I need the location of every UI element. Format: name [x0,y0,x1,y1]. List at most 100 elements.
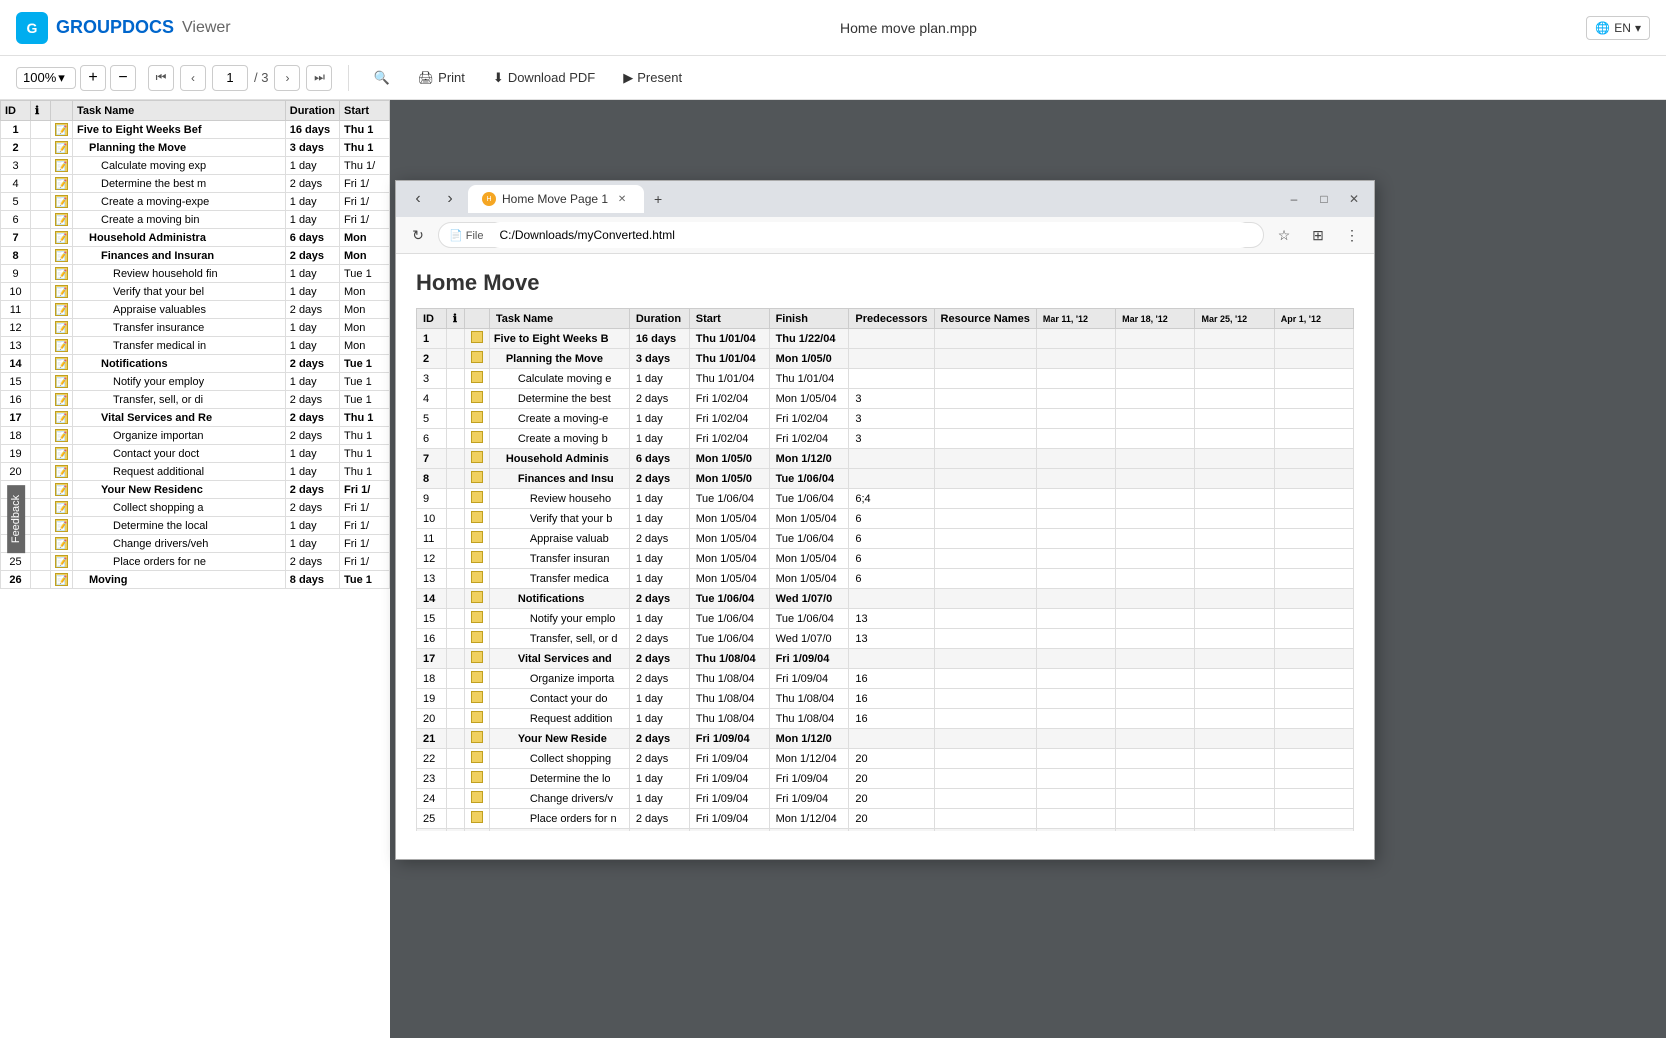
table-row: 11 📝 Appraise valuables 2 days Mon [1,301,390,319]
popup-tab-close[interactable]: ✕ [614,191,630,207]
doc-row-gantt2 [1116,729,1195,749]
popup-close-button[interactable]: ✕ [1342,187,1366,211]
zoom-dropdown-icon: ▾ [58,70,65,86]
toolbar-divider-1 [348,65,349,91]
zoom-value: 100% [23,70,56,85]
popup-address-bar[interactable] [487,222,1253,248]
popup-extensions-button[interactable]: ⊞ [1304,221,1332,249]
row-info [31,247,51,265]
zoom-display[interactable]: 100% ▾ [16,67,76,89]
row-taskname: Review household fin [73,265,286,283]
doc-row-gantt2 [1116,789,1195,809]
doc-row-mode [464,749,489,769]
popup-minimize-button[interactable]: – [1282,187,1306,211]
doc-row-gantt3 [1195,389,1274,409]
doc-row-gantt4 [1274,609,1353,629]
zoom-in-button[interactable]: + [80,65,106,91]
popup-reload-button[interactable]: ↻ [404,221,432,249]
prev-page-button[interactable]: ‹ [180,65,206,91]
play-icon: ▶ [623,70,633,86]
doc-row-duration: 2 days [629,809,689,829]
doc-row-res [934,369,1036,389]
doc-row-gantt2 [1116,469,1195,489]
doc-row-info [446,389,464,409]
row-mode: 📝 [51,499,73,517]
doc-row-taskname: Household Adminis [489,449,629,469]
popup-forward-button[interactable]: › [436,185,464,213]
row-start: Fri 1/ [340,193,390,211]
feedback-tab[interactable]: Feedback [7,485,25,553]
row-duration: 3 days [285,139,339,157]
doc-row-mode [464,569,489,589]
doc-row-id: 3 [417,369,447,389]
search-button[interactable]: 🔍 [365,66,397,90]
doc-row-info [446,469,464,489]
doc-table-row: 25 Place orders for n 2 days Fri 1/09/04… [417,809,1354,829]
download-button[interactable]: ⬇ Download PDF [485,66,603,90]
doc-row-gantt1 [1036,369,1115,389]
row-id: 3 [1,157,31,175]
popup-back-button[interactable]: ‹ [404,185,432,213]
row-id: 18 [1,427,31,445]
doc-row-info [446,549,464,569]
present-button[interactable]: ▶ Present [615,66,690,90]
row-id: 20 [1,463,31,481]
chevron-down-icon: ▾ [1635,21,1641,35]
popup-more-button[interactable]: ⋮ [1338,221,1366,249]
next-page-button[interactable]: › [274,65,300,91]
doc-row-res [934,689,1036,709]
row-taskname: Organize importan [73,427,286,445]
row-mode: 📝 [51,247,73,265]
doc-row-info [446,749,464,769]
doc-row-res [934,669,1036,689]
doc-row-gantt2 [1116,629,1195,649]
language-selector[interactable]: 🌐 EN ▾ [1586,16,1650,40]
doc-row-gantt2 [1116,749,1195,769]
row-start: Tue 1 [340,373,390,391]
doc-row-finish: Wed 1/07/0 [769,629,849,649]
doc-row-info [446,369,464,389]
last-page-button[interactable]: ⏭ [306,65,332,91]
doc-row-pred [849,589,934,609]
row-start: Fri 1/ [340,481,390,499]
doc-row-duration: 1 day [629,709,689,729]
popup-active-tab[interactable]: H Home Move Page 1 ✕ [468,185,644,213]
doc-row-finish: Mon 1/12/0 [769,729,849,749]
row-id: 12 [1,319,31,337]
row-duration: 1 day [285,517,339,535]
doc-row-finish: Fri 1/09/04 [769,649,849,669]
doc-table-row: 6 Create a moving b 1 day Fri 1/02/04 Fr… [417,429,1354,449]
print-button[interactable]: 🖨 Print [410,66,473,90]
doc-row-gantt1 [1036,669,1115,689]
doc-row-gantt2 [1116,389,1195,409]
popup-new-tab-button[interactable]: + [644,185,672,213]
doc-row-pred: 3 [849,389,934,409]
doc-row-gantt3 [1195,469,1274,489]
doc-row-id: 23 [417,769,447,789]
doc-table-row: 9 Review househo 1 day Tue 1/06/04 Tue 1… [417,489,1354,509]
doc-row-id: 12 [417,549,447,569]
doc-row-gantt3 [1195,629,1274,649]
table-row: 4 📝 Determine the best m 2 days Fri 1/ [1,175,390,193]
doc-row-id: 15 [417,609,447,629]
doc-row-pred [849,349,934,369]
zoom-out-button[interactable]: − [110,65,136,91]
doc-row-gantt2 [1116,409,1195,429]
doc-row-id: 16 [417,629,447,649]
table-row: 12 📝 Transfer insurance 1 day Mon [1,319,390,337]
doc-row-res [934,509,1036,529]
row-mode: 📝 [51,301,73,319]
row-start: Fri 1/ [340,535,390,553]
doc-row-res [934,489,1036,509]
popup-restore-button[interactable]: □ [1312,187,1336,211]
doc-row-duration: 2 days [629,649,689,669]
doc-row-mode [464,529,489,549]
popup-tab-label: Home Move Page 1 [502,192,608,206]
popup-bookmark-button[interactable]: ☆ [1270,221,1298,249]
page-number-input[interactable] [212,65,248,91]
doc-row-info [446,629,464,649]
first-page-button[interactable]: ⏮ [148,65,174,91]
doc-row-res [934,789,1036,809]
doc-row-id: 4 [417,389,447,409]
row-duration: 1 day [285,283,339,301]
